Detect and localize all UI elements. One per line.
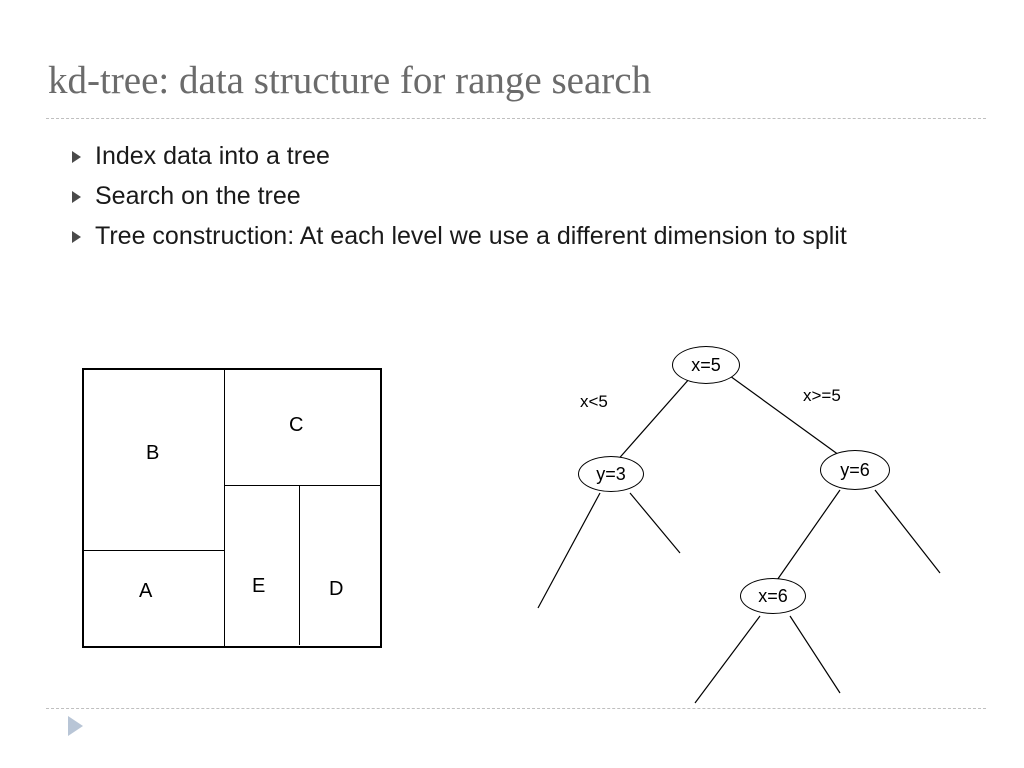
partition-line [224, 370, 225, 646]
partition-diagram: B A C E D [82, 368, 382, 648]
divider-bottom [46, 708, 986, 709]
bullet-icon [72, 191, 81, 203]
partition-line [299, 485, 300, 645]
region-label-d: D [329, 578, 343, 601]
partition-line [84, 550, 224, 551]
tree-node-root: x=5 [672, 346, 740, 384]
slide-title: kd-tree: data structure for range search [48, 58, 651, 103]
bullet-text: Tree construction: At each level we use … [95, 220, 847, 254]
edge-label-left: x<5 [580, 392, 608, 412]
bullet-icon [72, 231, 81, 243]
bullet-text: Search on the tree [95, 180, 301, 214]
list-item: Search on the tree [72, 180, 964, 214]
tree-node-x6: x=6 [740, 578, 806, 614]
region-label-a: A [139, 580, 152, 603]
region-label-e: E [252, 575, 265, 598]
tree-node-right: y=6 [820, 450, 890, 490]
list-item: Index data into a tree [72, 140, 964, 174]
bullet-list: Index data into a tree Search on the tre… [72, 140, 964, 259]
bullet-icon [72, 151, 81, 163]
tree-node-left: y=3 [578, 456, 644, 492]
kd-tree-diagram: x=5 y=3 y=6 x=6 x<5 x>=5 [520, 338, 960, 708]
list-item: Tree construction: At each level we use … [72, 220, 964, 254]
bullet-text: Index data into a tree [95, 140, 330, 174]
divider-top [46, 118, 986, 119]
slide: kd-tree: data structure for range search… [0, 0, 1024, 768]
footer-arrow-icon [68, 716, 83, 736]
region-label-c: C [289, 414, 303, 437]
region-label-b: B [146, 442, 159, 465]
partition-line [224, 485, 380, 486]
edge-label-right: x>=5 [803, 386, 841, 406]
